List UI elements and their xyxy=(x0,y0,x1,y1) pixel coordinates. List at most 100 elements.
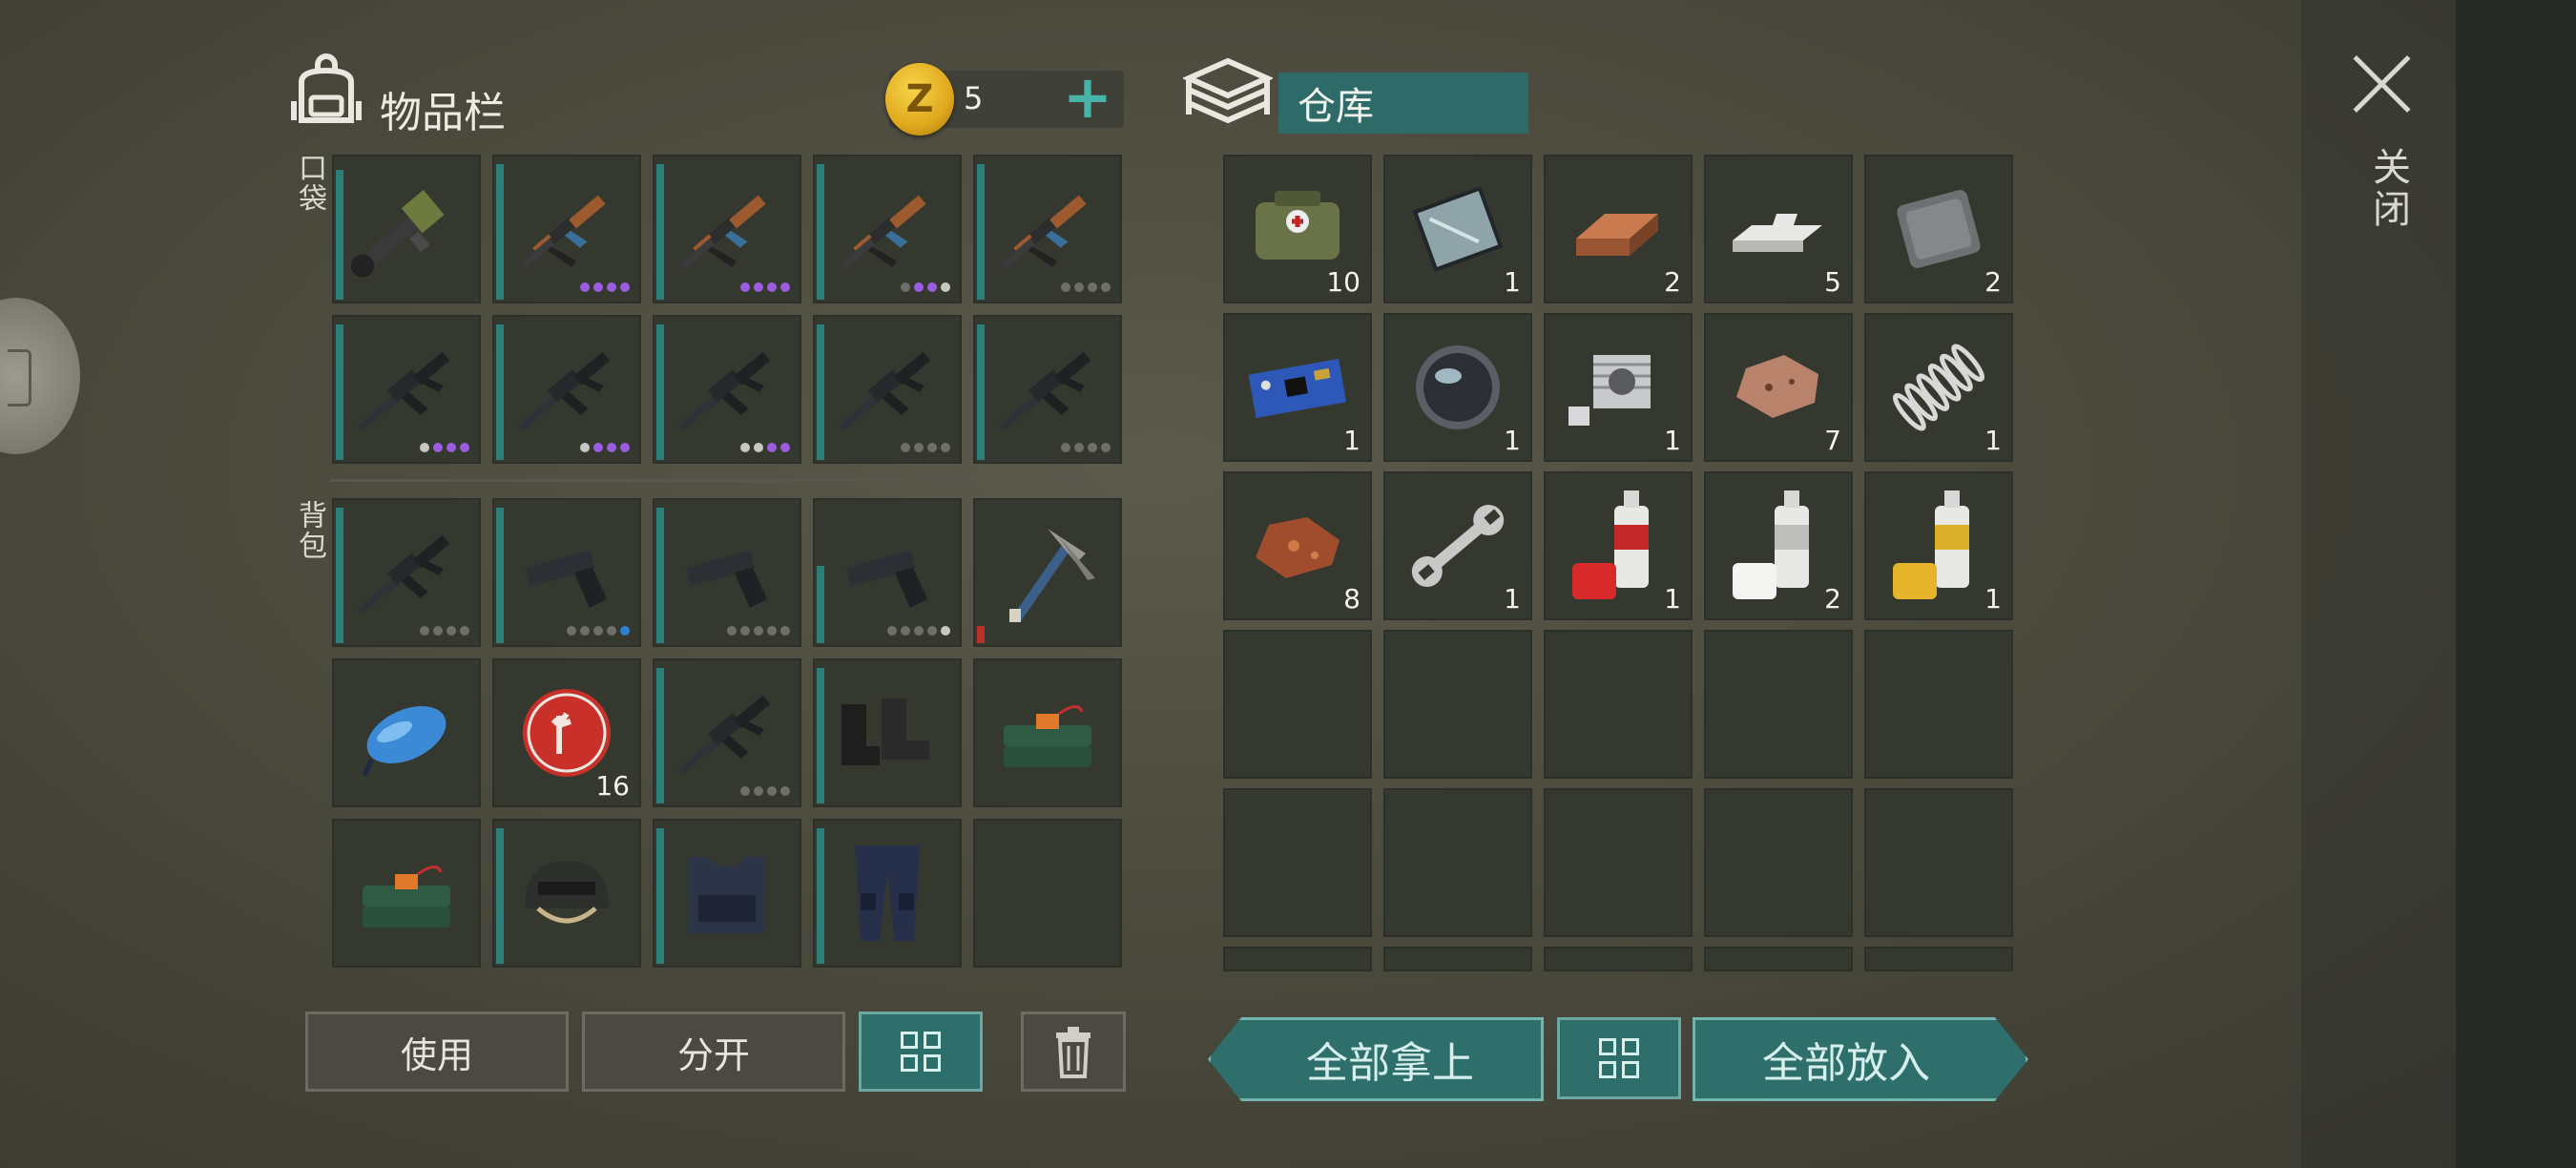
empty-slot[interactable] xyxy=(1544,630,1693,779)
item-quantity: 8 xyxy=(1343,583,1361,615)
item-slot[interactable] xyxy=(973,315,1122,464)
section-divider xyxy=(330,479,1124,482)
empty-slot[interactable] xyxy=(1704,788,1853,937)
item-slot[interactable]: 7 xyxy=(1704,313,1853,462)
empty-slot[interactable] xyxy=(1704,947,1853,971)
pockets-label: 口袋 xyxy=(293,153,326,214)
rarity-dots xyxy=(580,443,630,452)
item-slot[interactable] xyxy=(492,315,641,464)
item-slot[interactable]: 1 xyxy=(1383,313,1532,462)
item-slot[interactable]: 1 xyxy=(1864,471,2013,620)
item-slot[interactable]: 2 xyxy=(1864,155,2013,303)
item-slot[interactable]: 1 xyxy=(1864,313,2013,462)
sort-inventory-button[interactable] xyxy=(859,1012,983,1092)
pistol-icon xyxy=(492,498,641,647)
empty-slot[interactable] xyxy=(1864,947,2013,971)
rarity-dots xyxy=(740,443,790,452)
item-slot[interactable] xyxy=(332,658,481,807)
item-slot[interactable]: 10 xyxy=(1223,155,1372,303)
item-quantity: 1 xyxy=(1664,425,1681,456)
item-quantity: 5 xyxy=(1824,266,1841,298)
item-slot[interactable] xyxy=(653,315,801,464)
item-slot[interactable]: 5 xyxy=(1704,155,1853,303)
item-slot[interactable] xyxy=(973,498,1122,647)
item-slot[interactable]: 8 xyxy=(1223,471,1372,620)
tactical-vest-icon xyxy=(653,819,801,968)
add-coins-button[interactable]: + xyxy=(1063,68,1112,127)
close-label[interactable]: 关闭 xyxy=(2360,147,2416,231)
rarity-dots xyxy=(727,626,790,636)
item-slot[interactable] xyxy=(813,658,962,807)
empty-slot[interactable] xyxy=(1223,947,1372,971)
item-slot[interactable] xyxy=(492,155,641,303)
grid-icon xyxy=(1599,1038,1639,1078)
rarity-dots xyxy=(420,443,469,452)
empty-slot[interactable] xyxy=(1544,947,1693,971)
item-slot[interactable]: 1 xyxy=(1383,471,1532,620)
item-slot[interactable]: 16 xyxy=(492,658,641,807)
item-slot[interactable]: 1 xyxy=(1383,155,1532,303)
item-slot[interactable] xyxy=(332,819,481,968)
item-slot[interactable]: 2 xyxy=(1544,155,1693,303)
combat-boots-icon xyxy=(813,658,962,807)
coin-icon: Z xyxy=(885,63,954,136)
item-quantity: 7 xyxy=(1824,425,1841,456)
item-slot[interactable] xyxy=(973,155,1122,303)
take-all-button[interactable]: 全部拿上 xyxy=(1208,1017,1544,1101)
item-slot[interactable] xyxy=(332,498,481,647)
close-icon[interactable] xyxy=(2351,52,2416,116)
storage-box-icon xyxy=(1183,57,1273,124)
pistol-icon xyxy=(813,498,962,647)
item-slot[interactable]: 2 xyxy=(1704,471,1853,620)
item-slot[interactable] xyxy=(813,819,962,968)
item-slot[interactable] xyxy=(653,498,801,647)
grid-icon xyxy=(901,1032,941,1072)
item-slot[interactable] xyxy=(653,155,801,303)
item-quantity: 1 xyxy=(1984,583,2002,615)
split-button[interactable]: 分开 xyxy=(582,1012,845,1092)
item-slot[interactable] xyxy=(973,658,1122,807)
empty-slot[interactable] xyxy=(1223,788,1372,937)
minigun-icon xyxy=(332,155,481,303)
empty-slot[interactable] xyxy=(1864,788,2013,937)
empty-slot[interactable] xyxy=(973,819,1122,968)
item-slot[interactable] xyxy=(332,315,481,464)
empty-slot[interactable] xyxy=(1383,788,1532,937)
empty-slot[interactable] xyxy=(1544,788,1693,937)
blue-fuel-tank-icon xyxy=(332,658,481,807)
pistol-icon xyxy=(653,498,801,647)
item-slot[interactable] xyxy=(492,498,641,647)
item-quantity: 1 xyxy=(1343,425,1361,456)
empty-slot[interactable] xyxy=(1383,630,1532,779)
item-quantity: 2 xyxy=(1824,583,1841,615)
use-button[interactable]: 使用 xyxy=(305,1012,569,1092)
item-slot[interactable] xyxy=(813,498,962,647)
put-all-button[interactable]: 全部放入 xyxy=(1693,1017,2028,1101)
item-quantity: 1 xyxy=(1984,425,2002,456)
item-slot[interactable] xyxy=(492,819,641,968)
item-slot[interactable]: 1 xyxy=(1544,313,1693,462)
ak-rifle-icon xyxy=(973,155,1122,303)
item-slot[interactable] xyxy=(653,658,801,807)
item-slot[interactable] xyxy=(813,315,962,464)
item-quantity: 2 xyxy=(1984,266,2002,298)
item-slot[interactable] xyxy=(653,819,801,968)
m16-rifle-icon xyxy=(332,315,481,464)
m16-rifle-icon xyxy=(973,315,1122,464)
sort-storage-button[interactable] xyxy=(1557,1017,1681,1099)
trash-button[interactable] xyxy=(1021,1012,1126,1092)
empty-slot[interactable] xyxy=(1223,630,1372,779)
empty-slot[interactable] xyxy=(1383,947,1532,971)
item-quantity: 1 xyxy=(1664,583,1681,615)
side-menu-knob[interactable] xyxy=(0,298,80,454)
rarity-dots xyxy=(901,282,950,292)
ak-rifle-icon xyxy=(492,155,641,303)
m16-rifle-icon xyxy=(492,315,641,464)
empty-slot[interactable] xyxy=(1704,630,1853,779)
empty-slot[interactable] xyxy=(1864,630,2013,779)
item-slot[interactable]: 1 xyxy=(1223,313,1372,462)
item-slot[interactable]: 1 xyxy=(1544,471,1693,620)
item-slot[interactable] xyxy=(332,155,481,303)
item-slot[interactable] xyxy=(813,155,962,303)
rarity-dots xyxy=(420,626,469,636)
